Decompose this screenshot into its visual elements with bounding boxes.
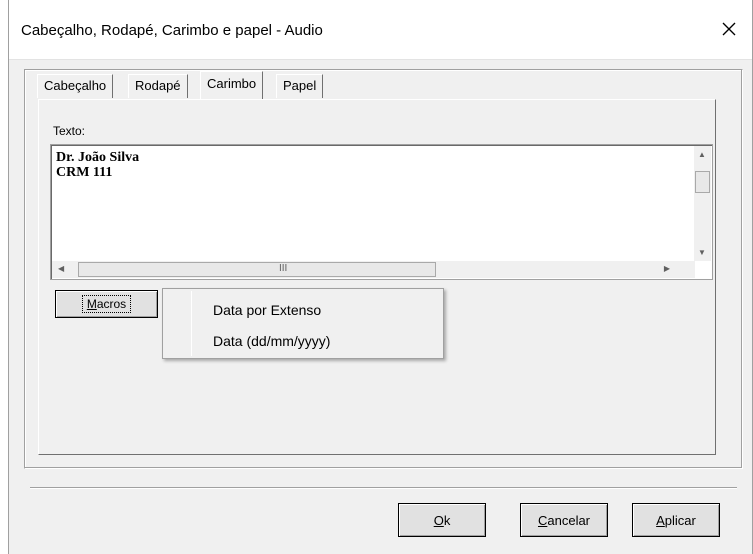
cancel-button[interactable]: Cancelar	[520, 503, 608, 537]
cancel-label-rest: ancelar	[547, 512, 591, 528]
ok-mnemonic: O	[433, 512, 444, 528]
title-bar: Cabeçalho, Rodapé, Carimbo e papel - Aud…	[9, 0, 752, 60]
tab-carimbo[interactable]: Carimbo	[200, 71, 264, 99]
apply-button-label: Aplicar	[656, 513, 696, 528]
vertical-scrollbar[interactable]: ▲ ▼	[694, 146, 711, 261]
ok-button[interactable]: Ok	[398, 503, 486, 537]
tab-papel[interactable]: Papel	[276, 74, 324, 98]
macros-label-rest: acros	[96, 297, 127, 311]
scroll-up-icon[interactable]: ▲	[698, 150, 706, 159]
macros-button[interactable]: Macros	[55, 290, 158, 318]
apply-label-rest: plicar	[664, 512, 696, 528]
texto-content[interactable]: Dr. João Silva CRM 111	[56, 150, 139, 180]
scroll-down-icon[interactable]: ▼	[698, 248, 706, 257]
cancel-button-label: Cancelar	[538, 513, 590, 528]
menu-item-data-ddmmyyyy[interactable]: Data (dd/mm/yyyy)	[213, 333, 330, 349]
ok-label-rest: k	[443, 512, 451, 528]
scroll-grip: III	[279, 263, 288, 274]
close-icon	[722, 22, 736, 36]
separator-line-highlight	[30, 488, 737, 489]
apply-mnemonic: A	[656, 512, 665, 528]
horizontal-scroll-thumb[interactable]: III	[78, 262, 436, 277]
tab-rodape[interactable]: Rodapé	[128, 74, 188, 98]
cancel-mnemonic: C	[537, 512, 548, 528]
scroll-left-icon[interactable]: ◀	[58, 264, 64, 273]
scroll-right-icon[interactable]: ▶	[664, 264, 670, 273]
macros-mnemonic: M	[86, 297, 97, 311]
tab-cabecalho[interactable]: Cabeçalho	[37, 74, 114, 98]
horizontal-scrollbar[interactable]: ◀ III ▶	[52, 261, 695, 278]
vertical-scroll-thumb[interactable]	[695, 171, 710, 193]
window-title: Cabeçalho, Rodapé, Carimbo e papel - Aud…	[21, 22, 323, 39]
menu-item-data-por-extenso[interactable]: Data por Extenso	[213, 302, 321, 318]
close-button[interactable]	[706, 0, 752, 58]
macros-popup-menu: Data por Extenso Data (dd/mm/yyyy)	[162, 288, 444, 359]
texto-label: Texto:	[53, 124, 86, 138]
texto-textarea[interactable]: Dr. João Silva CRM 111 ▲ ▼ ◀ III ▶	[50, 144, 713, 280]
apply-button[interactable]: Aplicar	[632, 503, 720, 537]
macros-button-label: Macros	[81, 295, 132, 313]
menu-icon-column-separator	[191, 291, 192, 356]
ok-button-label: Ok	[434, 513, 451, 528]
